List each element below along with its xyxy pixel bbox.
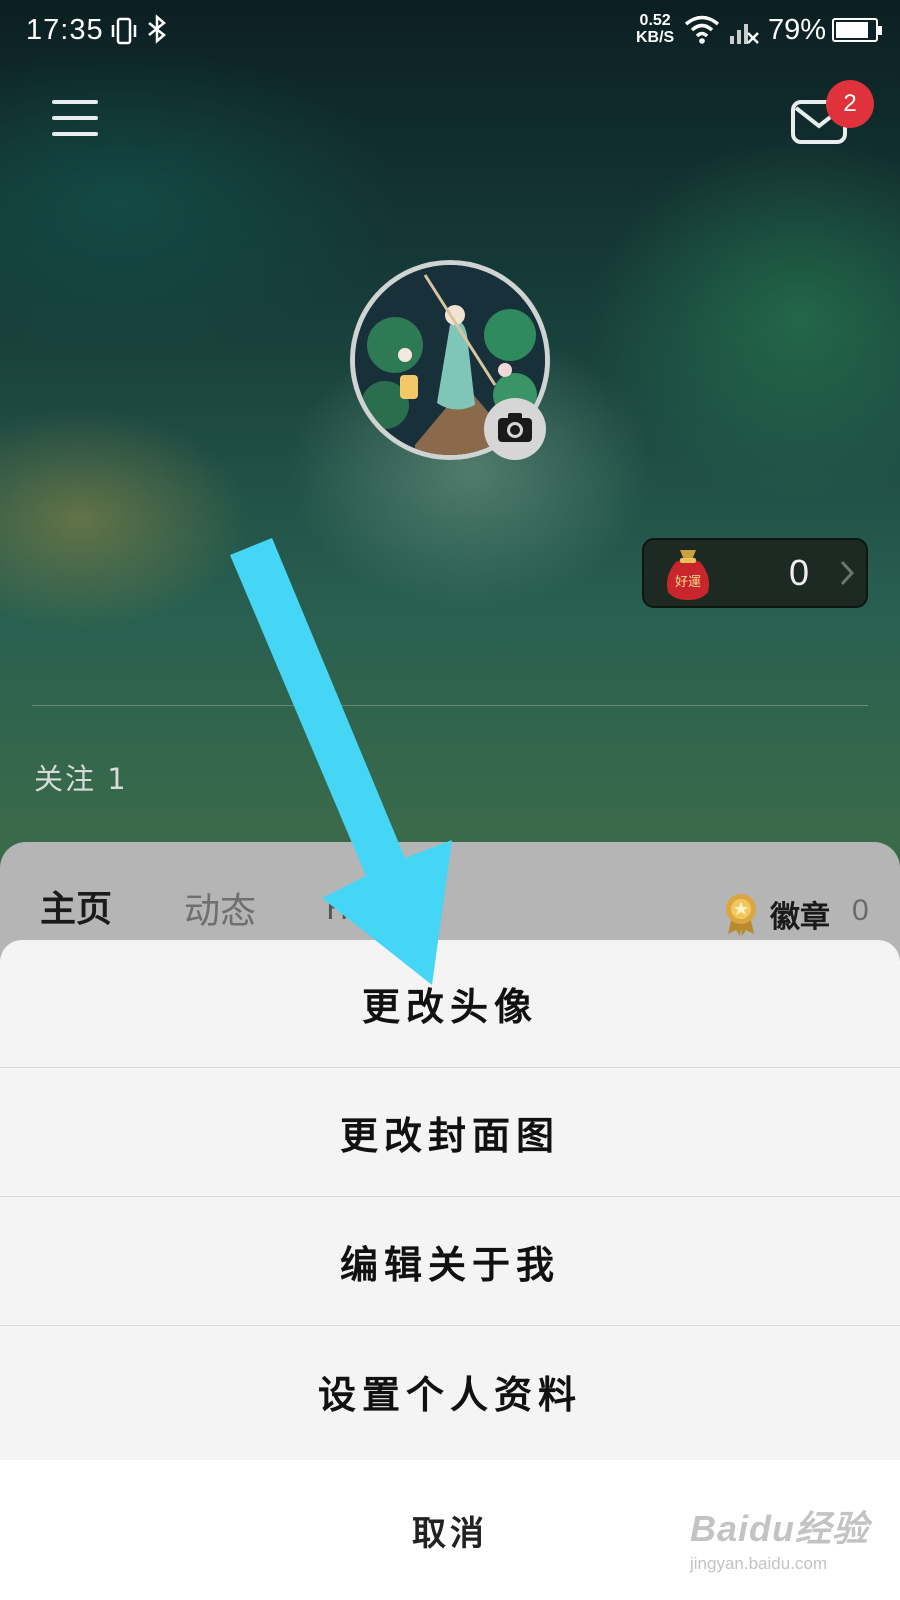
- svg-text:好運: 好運: [675, 575, 701, 590]
- tab-home[interactable]: 主页: [40, 880, 112, 932]
- unread-count-badge: 2: [826, 80, 874, 128]
- watermark-url: jingyan.baidu.com: [690, 1554, 828, 1573]
- battery-icon: [832, 18, 882, 42]
- hamburger-menu-icon[interactable]: [52, 100, 98, 140]
- network-speed: 0.52 KB/S: [636, 12, 675, 46]
- change-avatar-option[interactable]: 更改头像: [0, 940, 900, 1068]
- lucky-bag-icon: 好運: [662, 546, 714, 606]
- watermark-logo: Baidu经验: [690, 1508, 870, 1549]
- watermark: Baidu经验 jingyan.baidu.com: [690, 1500, 869, 1574]
- badge-count: 0: [852, 894, 869, 927]
- badge-label[interactable]: 徽章: [770, 892, 830, 936]
- chevron-right-icon: [838, 558, 856, 592]
- medal-icon: [722, 892, 760, 940]
- status-time: 17:35: [26, 14, 104, 46]
- luck-value: 0: [788, 552, 810, 593]
- signal-icon: [728, 16, 760, 51]
- lucky-bag-card[interactable]: 好運 0: [642, 538, 868, 608]
- tab-feed[interactable]: 动态: [184, 882, 256, 934]
- edit-about-me-option[interactable]: 编辑关于我: [0, 1198, 900, 1326]
- camera-icon[interactable]: [484, 398, 546, 460]
- divider: [32, 705, 868, 706]
- wifi-icon: [684, 14, 720, 49]
- battery-percent: 79%: [768, 14, 827, 46]
- status-bar: 17:35 0.52 KB/S 79%: [0, 0, 900, 64]
- tab-partial[interactable]: H: [326, 892, 349, 927]
- follow-count[interactable]: 关注 1: [34, 756, 128, 798]
- bluetooth-icon: [146, 14, 168, 51]
- set-profile-option[interactable]: 设置个人资料: [0, 1327, 900, 1455]
- vibrate-icon: [110, 16, 138, 51]
- change-cover-option[interactable]: 更改封面图: [0, 1069, 900, 1197]
